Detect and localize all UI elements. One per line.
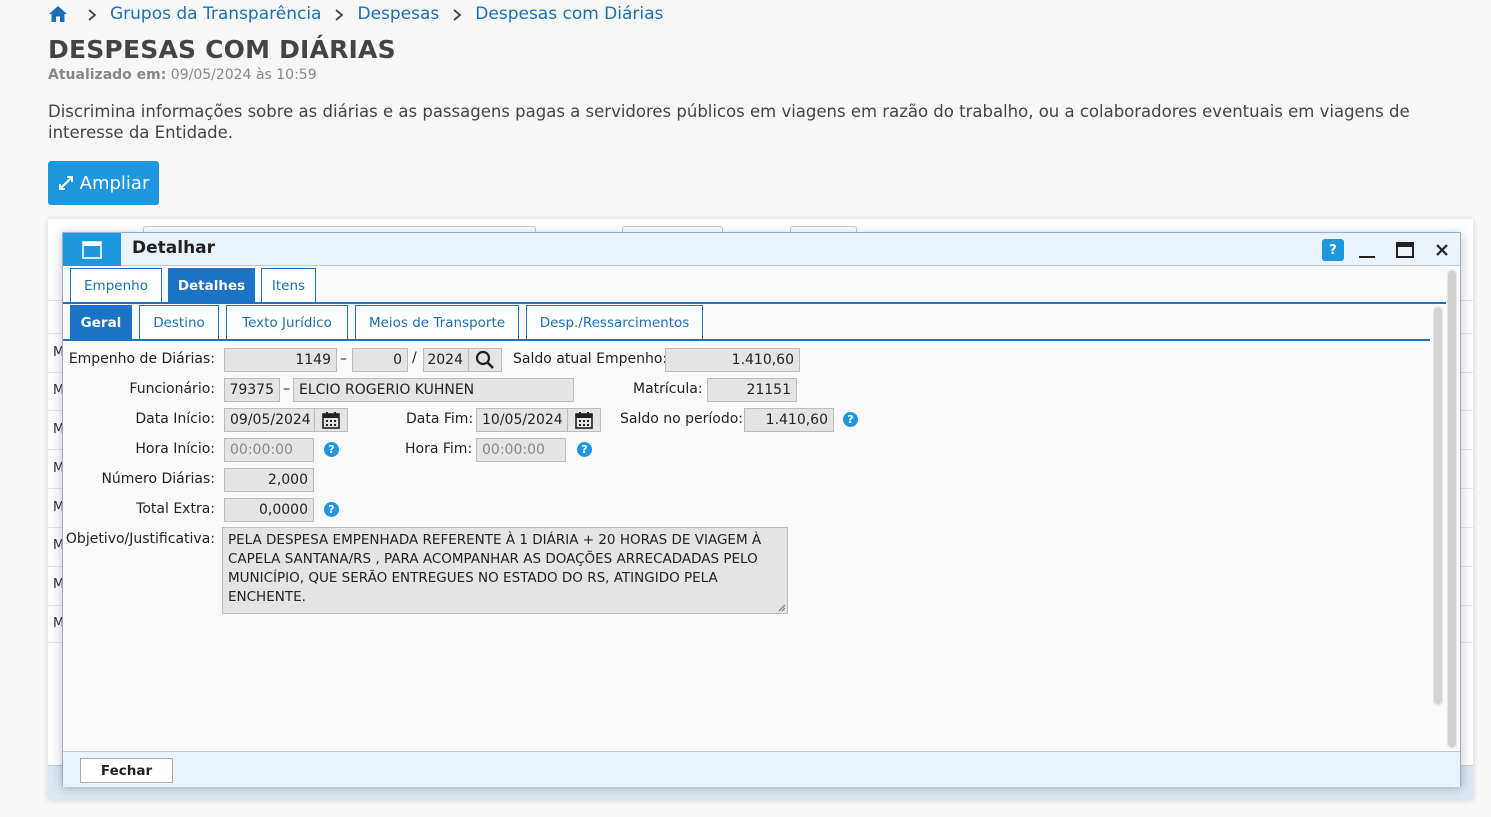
- empenho-number-field[interactable]: 1149: [224, 348, 337, 372]
- form-scrollbar[interactable]: [1433, 306, 1443, 706]
- numero-diarias-field[interactable]: 2,000: [224, 468, 314, 492]
- page-description: Discrimina informações sobre as diárias …: [48, 102, 1410, 142]
- funcionario-name-field[interactable]: ELCIO ROGERIO KUHNEN: [293, 378, 574, 402]
- matricula-field[interactable]: 21151: [707, 378, 797, 402]
- data-inicio-field[interactable]: 09/05/2024: [224, 408, 316, 432]
- total-extra-field[interactable]: 0,0000: [224, 498, 314, 522]
- tab-bar: Empenho Detalhes Itens: [70, 268, 316, 303]
- empenho-label: Empenho de Diárias:: [68, 351, 215, 367]
- hora-inicio-label: Hora Início:: [135, 441, 215, 457]
- expand-icon: [58, 176, 73, 190]
- objetivo-text: PELA DESPESA EMPENHADA REFERENTE À 1 DIÁ…: [228, 532, 762, 605]
- tab-bar-underline: [63, 302, 1446, 304]
- resize-grip-icon[interactable]: [778, 604, 786, 612]
- updated-timestamp: Atualizado em: 09/05/2024 às 10:59: [48, 67, 317, 83]
- expand-button-label: Ampliar: [79, 172, 150, 194]
- modal-header: Detalhar ?: [63, 233, 1460, 266]
- modal-footer: Fechar: [63, 751, 1460, 787]
- close-icon[interactable]: [1431, 239, 1453, 261]
- expand-button[interactable]: Ampliar: [48, 161, 159, 205]
- scrollbar-thumb[interactable]: [1448, 271, 1456, 747]
- chevron-right-icon: [333, 7, 345, 21]
- info-icon[interactable]: ?: [324, 502, 339, 517]
- data-fim-field[interactable]: 10/05/2024: [476, 408, 568, 432]
- subtab-meios-transporte[interactable]: Meios de Transporte: [355, 305, 519, 339]
- breadcrumb: Grupos da Transparência Despesas Despesa…: [48, 2, 663, 26]
- slash-separator: /: [412, 350, 417, 366]
- saldo-periodo-field[interactable]: 1.410,60: [744, 408, 834, 432]
- hora-inicio-field[interactable]: 00:00:00: [224, 438, 314, 462]
- updated-label: Atualizado em:: [48, 67, 167, 83]
- subtab-destino[interactable]: Destino: [139, 305, 219, 339]
- empenho-seq-field[interactable]: 0: [352, 348, 408, 372]
- chevron-right-icon: [86, 7, 98, 21]
- empenho-year-field[interactable]: 2024: [423, 348, 469, 372]
- chevron-right-icon: [451, 7, 463, 21]
- info-icon[interactable]: ?: [577, 442, 592, 457]
- funcionario-code-field[interactable]: 79375: [224, 378, 280, 402]
- saldo-atual-field[interactable]: 1.410,60: [665, 348, 800, 372]
- detail-modal: Detalhar ? Empenho Detalhes Itens Geral …: [62, 232, 1461, 787]
- objetivo-textarea[interactable]: PELA DESPESA EMPENHADA REFERENTE À 1 DIÁ…: [222, 527, 788, 614]
- hora-fim-field[interactable]: 00:00:00: [476, 438, 566, 462]
- subtab-texto-juridico[interactable]: Texto Jurídico: [226, 305, 348, 339]
- modal-title: Detalhar: [132, 238, 216, 258]
- calendar-icon[interactable]: [314, 408, 348, 432]
- dash-separator: –: [340, 351, 347, 367]
- tab-itens[interactable]: Itens: [261, 268, 316, 303]
- funcionario-label: Funcionário:: [129, 381, 215, 397]
- subtab-desp-ressarcimentos[interactable]: Desp./Ressarcimentos: [526, 305, 703, 339]
- breadcrumb-link-grupos[interactable]: Grupos da Transparência: [110, 4, 321, 24]
- saldo-periodo-label: Saldo no período:: [620, 411, 744, 427]
- window-icon: [63, 233, 121, 266]
- saldo-atual-label: Saldo atual Empenho:: [513, 351, 668, 367]
- modal-scrollbar[interactable]: [1447, 269, 1457, 749]
- search-icon[interactable]: [468, 348, 502, 372]
- dash-separator: –: [283, 381, 290, 397]
- close-button[interactable]: Fechar: [80, 758, 173, 783]
- tab-empenho[interactable]: Empenho: [70, 268, 162, 303]
- objetivo-label: Objetivo/Justificativa:: [65, 531, 215, 547]
- hora-fim-label: Hora Fim:: [405, 441, 473, 457]
- subtab-bar-underline: [63, 339, 1430, 341]
- subtab-geral[interactable]: Geral: [70, 305, 132, 339]
- breadcrumb-link-despesas[interactable]: Despesas: [357, 4, 439, 24]
- data-fim-label: Data Fim:: [406, 411, 474, 427]
- help-button[interactable]: ?: [1322, 239, 1344, 261]
- calendar-icon[interactable]: [567, 408, 601, 432]
- page-title: DESPESAS COM DIÁRIAS: [48, 35, 396, 64]
- maximize-icon[interactable]: [1394, 239, 1416, 261]
- minimize-icon[interactable]: [1356, 239, 1378, 261]
- data-inicio-label: Data Início:: [135, 411, 215, 427]
- info-icon[interactable]: ?: [324, 442, 339, 457]
- info-icon[interactable]: ?: [843, 412, 858, 427]
- updated-value: 09/05/2024 às 10:59: [170, 67, 317, 83]
- subtab-bar: Geral Destino Texto Jurídico Meios de Tr…: [70, 305, 703, 339]
- total-extra-label: Total Extra:: [136, 501, 215, 517]
- scrollbar-thumb[interactable]: [1434, 308, 1442, 704]
- detail-form: Empenho de Diárias: 1149 – 0 / 2024 Sald…: [63, 343, 1428, 751]
- tab-detalhes[interactable]: Detalhes: [168, 268, 255, 303]
- breadcrumb-link-diarias[interactable]: Despesas com Diárias: [475, 4, 663, 24]
- matricula-label: Matrícula:: [633, 381, 703, 397]
- home-icon[interactable]: [48, 4, 68, 24]
- numero-diarias-label: Número Diárias:: [101, 471, 215, 487]
